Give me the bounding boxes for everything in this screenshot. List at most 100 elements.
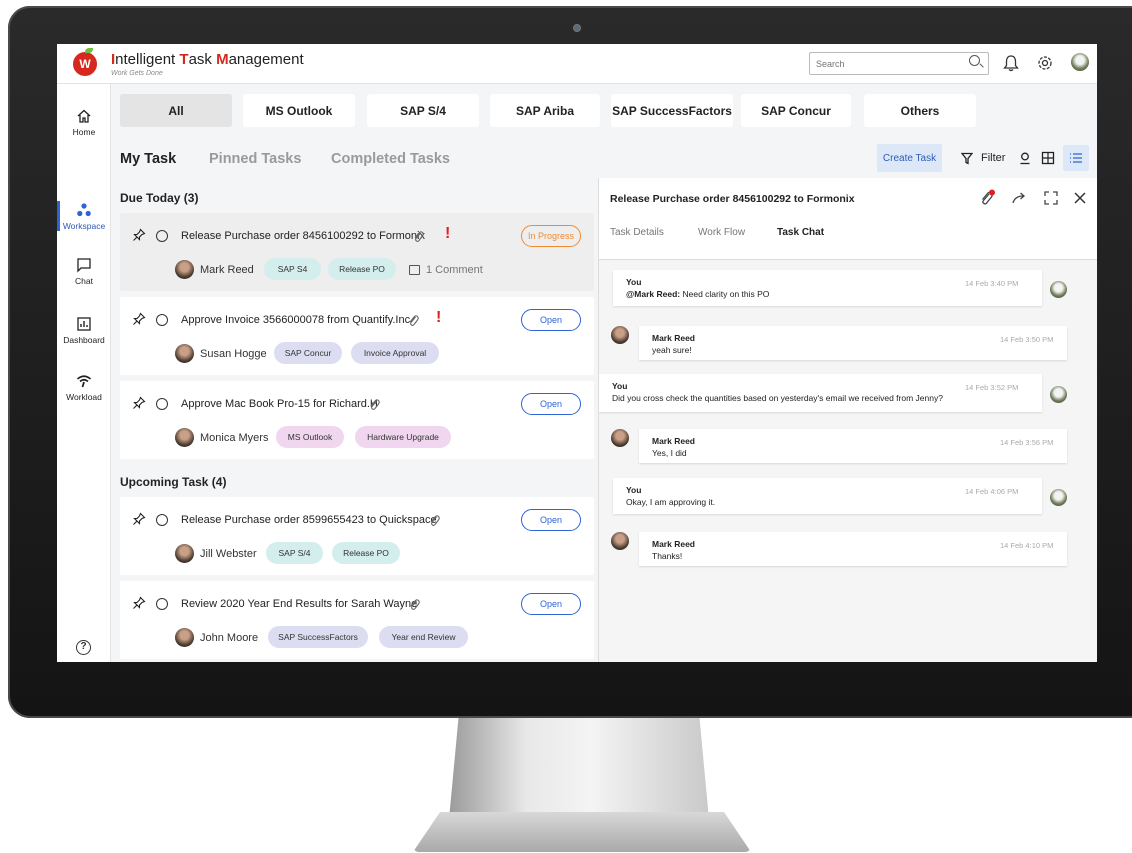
tab-completed-tasks[interactable]: Completed Tasks xyxy=(331,151,450,167)
attachment-icon[interactable] xyxy=(368,397,380,411)
attachment-icon[interactable] xyxy=(412,229,424,243)
screen: W Intelligent Task Management Work Gets … xyxy=(57,44,1097,662)
pin-icon[interactable] xyxy=(132,396,146,410)
chat-message: Mark Reed yeah sure! 14 Feb 3:50 PM xyxy=(639,326,1067,360)
task-card[interactable]: Release Purchase order 8456100292 to For… xyxy=(120,213,594,291)
attachment-icon[interactable] xyxy=(428,513,440,527)
search-input[interactable] xyxy=(809,52,989,75)
urgent-icon: ! xyxy=(436,309,442,326)
comment-count[interactable]: 1 Comment xyxy=(426,264,483,276)
tab-work-flow[interactable]: Work Flow xyxy=(698,227,745,238)
close-icon[interactable] xyxy=(1071,189,1089,207)
help-icon[interactable]: ? xyxy=(76,640,91,655)
tag-type: Year end Review xyxy=(379,626,468,648)
tab-pinned-tasks[interactable]: Pinned Tasks xyxy=(209,151,301,167)
bell-icon[interactable] xyxy=(1001,53,1021,73)
task-card[interactable]: Approve Mac Book Pro-15 for Richard.H Op… xyxy=(120,381,594,459)
list-view-icon[interactable] xyxy=(1068,150,1084,166)
message-time: 14 Feb 4:06 PM xyxy=(965,487,1019,496)
location-icon[interactable] xyxy=(1017,150,1033,166)
tag-source: SAP S4 xyxy=(264,258,321,280)
comment-icon[interactable] xyxy=(409,265,420,275)
task-card[interactable]: Review 2020 Year End Results for Sarah W… xyxy=(120,581,594,659)
tab-task-chat[interactable]: Task Chat xyxy=(777,227,824,238)
task-card[interactable]: Release Purchase order 8599655423 to Qui… xyxy=(120,497,594,575)
tag-type: Invoice Approval xyxy=(351,342,439,364)
search-icon[interactable] xyxy=(969,55,980,66)
task-card[interactable]: Approve Invoice 3566000078 from Quantify… xyxy=(120,297,594,375)
category-tab-all[interactable]: All xyxy=(120,94,232,127)
gear-icon[interactable] xyxy=(1035,53,1055,73)
avatar xyxy=(1050,489,1067,506)
category-tab-sap-successfactors[interactable]: SAP SuccessFactors xyxy=(611,94,733,127)
status-badge[interactable]: Open xyxy=(521,309,581,331)
message-time: 14 Feb 4:10 PM xyxy=(1000,541,1054,550)
nav-item-dashboard[interactable]: Dashboard xyxy=(57,316,111,345)
status-badge[interactable]: Open xyxy=(521,593,581,615)
category-tab-sap-s4[interactable]: SAP S/4 xyxy=(367,94,479,127)
tab-task-details[interactable]: Task Details xyxy=(610,227,664,238)
tag-type: Release PO xyxy=(332,542,400,564)
assignee-name: Susan Hogge xyxy=(200,348,267,360)
message-time: 14 Feb 3:50 PM xyxy=(1000,335,1054,344)
category-tab-others[interactable]: Others xyxy=(864,94,976,127)
task-checkbox[interactable] xyxy=(156,598,168,610)
message-text: Thanks! xyxy=(652,551,683,561)
message-text: Yes, I did xyxy=(652,448,687,458)
status-badge[interactable]: In Progress xyxy=(521,225,581,247)
nav-item-workload[interactable]: Workload xyxy=(57,373,111,402)
share-icon[interactable] xyxy=(1011,189,1029,207)
avatar xyxy=(175,628,194,647)
layout-icon[interactable] xyxy=(1040,150,1056,166)
category-tab-ms-outlook[interactable]: MS Outlook xyxy=(243,94,355,127)
tag-source: SAP Concur xyxy=(274,342,342,364)
pin-icon[interactable] xyxy=(132,312,146,326)
left-nav: Home Workspace Chat Dashboard Workload ? xyxy=(57,84,111,662)
app-title-part: ask xyxy=(188,51,217,68)
nav-item-chat[interactable]: Chat xyxy=(57,257,111,286)
workload-icon xyxy=(76,375,92,388)
task-checkbox[interactable] xyxy=(156,398,168,410)
app-title-part: anagement xyxy=(228,51,304,68)
task-checkbox[interactable] xyxy=(156,314,168,326)
detail-title: Release Purchase order 8456100292 to For… xyxy=(610,193,855,205)
nav-label: Workspace xyxy=(62,221,106,231)
category-tab-sap-concur[interactable]: SAP Concur xyxy=(741,94,851,127)
message-sender: You xyxy=(626,277,642,287)
message-time: 14 Feb 3:52 PM xyxy=(965,383,1019,392)
nav-item-workspace[interactable]: Workspace xyxy=(57,202,111,231)
user-avatar[interactable] xyxy=(1071,53,1089,71)
tag-source: SAP S/4 xyxy=(266,542,323,564)
status-badge[interactable]: Open xyxy=(521,393,581,415)
task-checkbox[interactable] xyxy=(156,230,168,242)
tab-my-task[interactable]: My Task xyxy=(120,151,176,167)
app-tagline: Work Gets Done xyxy=(111,70,163,77)
assignee-name: John Moore xyxy=(200,632,259,644)
nav-item-home[interactable]: Home xyxy=(57,108,111,137)
pin-icon[interactable] xyxy=(132,228,146,242)
dashboard-icon xyxy=(77,317,91,331)
chat-message: You Did you cross check the quantities b… xyxy=(599,374,1042,412)
attachment-icon[interactable] xyxy=(407,313,419,327)
message-text: @Mark Reed: Need clarity on this PO xyxy=(626,289,769,299)
chat-message: Mark Reed Thanks! 14 Feb 4:10 PM xyxy=(639,532,1067,566)
task-detail-panel: Release Purchase order 8456100292 to For… xyxy=(598,178,1097,662)
avatar xyxy=(611,429,629,447)
logo-leaf-icon xyxy=(85,48,93,53)
pin-icon[interactable] xyxy=(132,596,146,610)
create-task-button[interactable]: Create Task xyxy=(877,144,942,172)
task-title: Release Purchase order 8456100292 to For… xyxy=(181,230,425,242)
assignee-name: Mark Reed xyxy=(200,264,254,276)
category-tab-sap-ariba[interactable]: SAP Ariba xyxy=(490,94,600,127)
message-body: Need clarity on this PO xyxy=(680,289,770,299)
attachment-icon[interactable] xyxy=(408,597,420,611)
expand-icon[interactable] xyxy=(1042,189,1060,207)
attachment-icon[interactable] xyxy=(978,189,996,207)
filter-icon[interactable] xyxy=(961,152,973,165)
task-title: Approve Invoice 3566000078 from Quantify… xyxy=(181,314,411,326)
pin-icon[interactable] xyxy=(132,512,146,526)
status-badge[interactable]: Open xyxy=(521,509,581,531)
task-title: Approve Mac Book Pro-15 for Richard.H xyxy=(181,398,378,410)
task-checkbox[interactable] xyxy=(156,514,168,526)
filter-label[interactable]: Filter xyxy=(981,152,1005,164)
